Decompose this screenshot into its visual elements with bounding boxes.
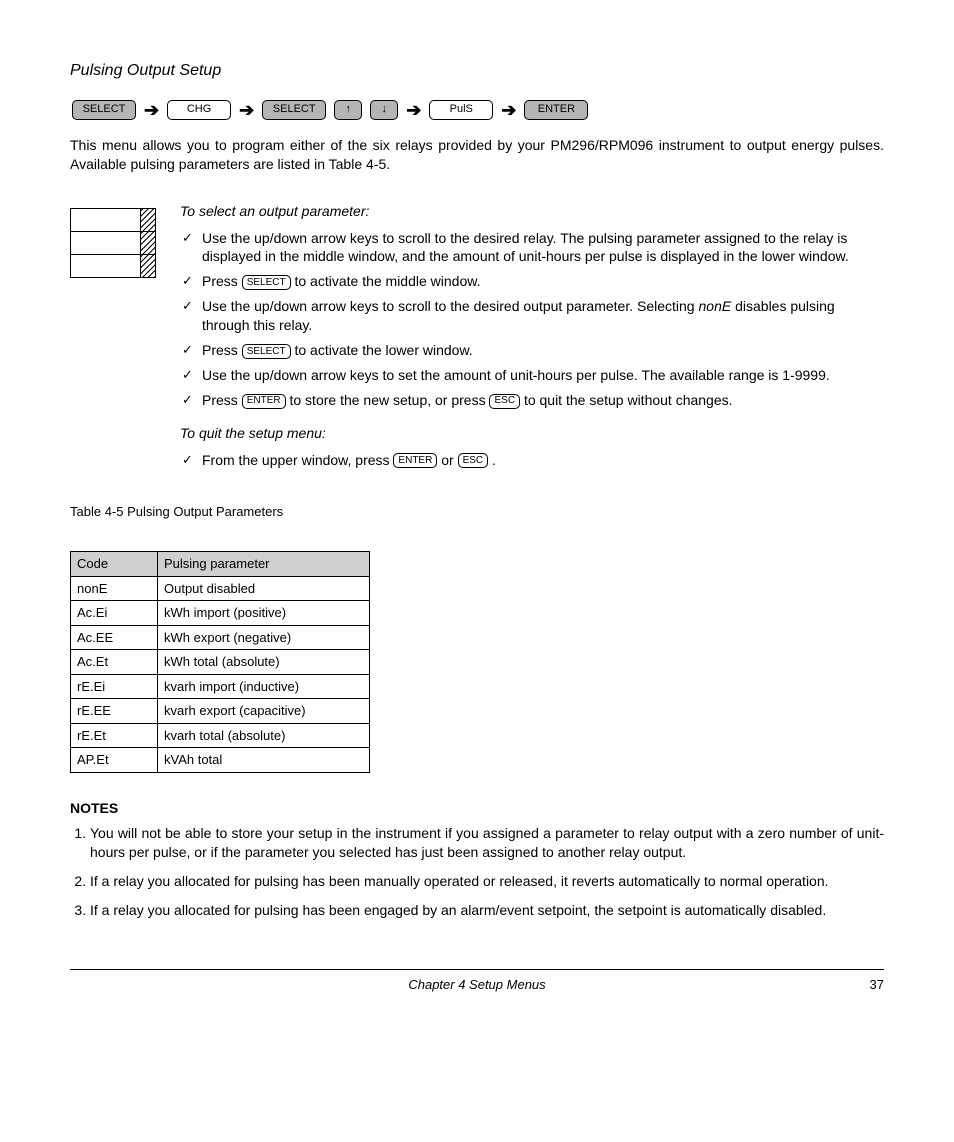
arrow-right-icon: ➔ [406, 98, 421, 122]
inline-key-select: SELECT [242, 275, 291, 290]
inline-key-enter: ENTER [242, 394, 286, 409]
section-title: Pulsing Output Setup [70, 60, 884, 82]
key-chg: CHG [167, 100, 231, 120]
key-puls: PulS [429, 100, 493, 120]
step-6-text-b: to store the new setup, or press [289, 392, 485, 408]
step-4-text-b: to activate the lower window. [294, 342, 472, 358]
cell-param: Output disabled [158, 576, 370, 601]
cell-code: rE.Et [71, 723, 158, 748]
cell-param: kvarh export (capacitive) [158, 699, 370, 724]
cell-code: Ac.Ei [71, 601, 158, 626]
step-3: Use the up/down arrow keys to scroll to … [180, 297, 884, 335]
step-3-text-a: Use the up/down arrow keys to scroll to … [202, 298, 695, 314]
key-down: ↓ [370, 100, 398, 120]
step-2-text-b: to activate the middle window. [294, 273, 480, 289]
footer-chapter: Chapter 4 Setup Menus [100, 976, 854, 994]
cell-param: kvarh import (inductive) [158, 674, 370, 699]
inline-key-esc: ESC [458, 453, 489, 468]
step-5: Use the up/down arrow keys to set the am… [180, 366, 884, 385]
cell-code: AP.Et [71, 748, 158, 773]
display-diagram [70, 208, 156, 278]
key-sequence: SELECT ➔ CHG ➔ SELECT ↑ ↓ ➔ PulS ➔ ENTER [72, 98, 884, 122]
quit-dot: . [492, 452, 496, 468]
hatch-icon [140, 255, 155, 277]
cell-param: kWh total (absolute) [158, 650, 370, 675]
select-heading: To select an output parameter: [180, 202, 884, 221]
note-2: If a relay you allocated for pulsing has… [90, 872, 884, 891]
step-6-text-c: to quit the setup without changes. [524, 392, 733, 408]
cell-code: Ac.EE [71, 625, 158, 650]
cell-code: Ac.Et [71, 650, 158, 675]
quit-or: or [441, 452, 453, 468]
cell-code: nonE [71, 576, 158, 601]
key-select-2: SELECT [262, 100, 326, 120]
notes-list: You will not be able to store your setup… [70, 824, 884, 920]
inline-key-enter: ENTER [393, 453, 437, 468]
note-3: If a relay you allocated for pulsing has… [90, 901, 884, 920]
cell-code: rE.Ei [71, 674, 158, 699]
quit-heading: To quit the setup menu: [180, 424, 884, 443]
key-enter: ENTER [524, 100, 588, 120]
step-2: Press SELECT to activate the middle wind… [180, 272, 884, 291]
hatch-icon [140, 232, 155, 254]
cell-code: rE.EE [71, 699, 158, 724]
note-1: You will not be able to store your setup… [90, 824, 884, 862]
cell-param: kvarh total (absolute) [158, 723, 370, 748]
step-2-text-a: Press [202, 273, 238, 289]
step-4: Press SELECT to activate the lower windo… [180, 341, 884, 360]
inline-key-esc: ESC [489, 394, 520, 409]
cell-param: kWh export (negative) [158, 625, 370, 650]
key-select-1: SELECT [72, 100, 136, 120]
arrow-right-icon: ➔ [144, 98, 159, 122]
key-up: ↑ [334, 100, 362, 120]
arrow-right-icon: ➔ [501, 98, 516, 122]
th-code: Code [71, 552, 158, 577]
step-6: Press ENTER to store the new setup, or p… [180, 391, 884, 410]
step-4-text-a: Press [202, 342, 238, 358]
step-3-em: nonE [699, 298, 732, 314]
footer-page: 37 [854, 976, 884, 994]
table-caption: Table 4-5 Pulsing Output Parameters [70, 503, 884, 521]
cell-param: kWh import (positive) [158, 601, 370, 626]
pulsing-parameters-table: Code Pulsing parameter nonEOutput disabl… [70, 551, 370, 773]
quit-step: From the upper window, press ENTER or ES… [180, 451, 884, 470]
intro-paragraph: This menu allows you to program either o… [70, 136, 884, 174]
page-footer: Chapter 4 Setup Menus 37 [70, 969, 884, 994]
step-1: Use the up/down arrow keys to scroll to … [180, 229, 884, 267]
hatch-icon [140, 209, 155, 231]
arrow-right-icon: ➔ [239, 98, 254, 122]
th-param: Pulsing parameter [158, 552, 370, 577]
cell-param: kVAh total [158, 748, 370, 773]
step-6-text-a: Press [202, 392, 238, 408]
notes-heading: NOTES [70, 799, 884, 818]
quit-text-a: From the upper window, press [202, 452, 390, 468]
inline-key-select: SELECT [242, 344, 291, 359]
